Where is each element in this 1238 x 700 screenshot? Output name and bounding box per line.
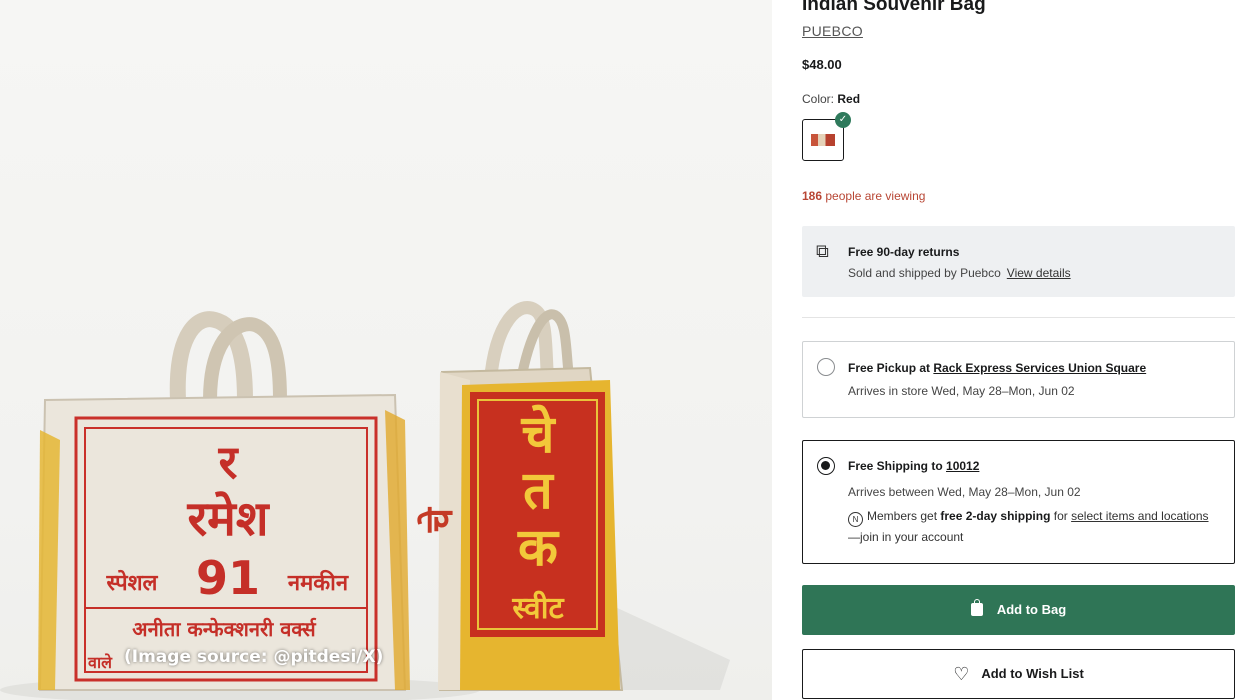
returns-info: ⧉ Free 90-day returns Sold and shipped b… xyxy=(802,226,1235,297)
left-bag-text-5: नमकीन xyxy=(287,569,349,596)
add-to-wishlist-button[interactable]: ♡ Add to Wish List xyxy=(802,649,1235,699)
shipping-title-prefix: Free Shipping to xyxy=(848,459,943,473)
right-bag-text-1: चे xyxy=(520,404,556,465)
shipping-option[interactable]: Free Shipping to 10012 Arrives between W… xyxy=(802,440,1235,564)
members-shipping-note: N Members get free 2-day shipping for sel… xyxy=(848,506,1218,548)
box-return-icon: ⧉ xyxy=(816,241,829,261)
color-value: Red xyxy=(837,92,861,106)
right-bag-text-2: त xyxy=(522,461,555,521)
members-prefix: Members get xyxy=(867,509,938,523)
member-icon: N xyxy=(848,512,863,527)
left-bag-text-7: वाले xyxy=(87,653,113,672)
right-bag-text-3: क xyxy=(517,518,560,578)
product-detail-panel: Indian Souvenir Bag PUEBCO $48.00 Color:… xyxy=(802,0,1235,700)
pickup-radio[interactable] xyxy=(817,358,835,376)
color-label-text: Color: xyxy=(802,92,835,106)
pickup-option[interactable]: Free Pickup at Rack Express Services Uni… xyxy=(802,341,1235,418)
product-title: Indian Souvenir Bag xyxy=(802,0,986,15)
shipping-title: Free Shipping to 10012 xyxy=(848,459,979,473)
color-swatch-red[interactable]: ✓ xyxy=(802,112,851,161)
members-suffix: —join in your account xyxy=(848,530,964,544)
left-bag-text-3: 91 xyxy=(196,551,260,605)
bags-illustration: र रमेश 91 स्पेशल नमकीन अनीता कन्फेक्शनरी… xyxy=(0,301,730,700)
sold-by-text: Sold and shipped by Puebco xyxy=(848,266,1001,280)
swatch-thumbnail xyxy=(811,134,835,146)
heart-icon: ♡ xyxy=(953,664,970,684)
view-details-link[interactable]: View details xyxy=(1007,266,1071,280)
product-image: र रमेश 91 स्पेशल नमकीन अनीता कन्फेक्शनरी… xyxy=(0,0,772,700)
returns-subtitle: Sold and shipped by Puebco View details xyxy=(848,266,1071,280)
members-for: for xyxy=(1053,509,1068,523)
product-price: $48.00 xyxy=(802,57,842,72)
shipping-radio[interactable] xyxy=(817,457,835,475)
left-bag-text-4: स्पेशल xyxy=(106,569,159,596)
add-to-wishlist-label: Add to Wish List xyxy=(981,666,1084,681)
pickup-title: Free Pickup at Rack Express Services Uni… xyxy=(848,361,1146,375)
image-credit: (Image source: @pitdesi/X) xyxy=(124,647,384,667)
pickup-arrival: Arrives in store Wed, May 28–Mon, Jun 02 xyxy=(848,384,1075,398)
checkmark-icon: ✓ xyxy=(835,112,851,128)
divider xyxy=(802,317,1235,318)
left-bag-text-1: र xyxy=(218,435,240,489)
right-bag-text-4: स्वीट xyxy=(511,590,565,626)
shipping-arrival: Arrives between Wed, May 28–Mon, Jun 02 xyxy=(848,485,1081,499)
pickup-title-prefix: Free Pickup at xyxy=(848,361,931,375)
add-to-bag-label: Add to Bag xyxy=(996,602,1067,617)
pickup-store-link[interactable]: Rack Express Services Union Square xyxy=(933,361,1146,375)
add-to-bag-button[interactable]: Add to Bag xyxy=(802,585,1235,635)
svg-text:चे: चे xyxy=(417,506,461,533)
color-label: Color: Red xyxy=(802,92,860,106)
zip-code-link[interactable]: 10012 xyxy=(946,459,979,473)
members-bold: free 2-day shipping xyxy=(940,509,1051,523)
brand-link[interactable]: PUEBCO xyxy=(802,23,863,39)
returns-title: Free 90-day returns xyxy=(848,245,960,259)
viewing-text: people are viewing xyxy=(825,189,926,203)
select-items-link[interactable]: select items and locations xyxy=(1071,509,1208,523)
left-bag-text-2: रमेश xyxy=(187,491,271,547)
viewing-number: 186 xyxy=(802,189,823,203)
shopping-bag-icon xyxy=(970,599,983,616)
viewing-count: 186 people are viewing xyxy=(802,189,925,203)
left-bag-text-6: अनीता कन्फेक्शनरी वर्क्स xyxy=(132,617,317,641)
